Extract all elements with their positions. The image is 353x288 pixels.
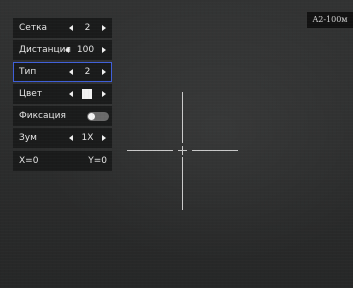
coord-y-value: Y=0	[88, 156, 107, 166]
menu-item-value: 2	[84, 23, 91, 33]
menu-item-label: Фиксация	[19, 111, 66, 121]
chevron-right-icon[interactable]	[102, 47, 106, 53]
settings-menu: Сетка 2 Дистанция 100 Тип 2 Цвет Фиксаци…	[13, 18, 112, 173]
menu-item-type[interactable]: Тип 2	[13, 62, 112, 82]
menu-item-coords[interactable]: X=0 Y=0	[13, 151, 112, 171]
chevron-right-icon[interactable]	[102, 25, 106, 31]
menu-item-distance[interactable]: Дистанция 100	[13, 40, 112, 60]
menu-item-grid[interactable]: Сетка 2	[13, 18, 112, 38]
chevron-right-icon[interactable]	[102, 91, 106, 97]
menu-item-label: Дистанция	[19, 45, 71, 55]
chevron-right-icon[interactable]	[102, 135, 106, 141]
menu-item-label: Цвет	[19, 89, 43, 99]
toggle-knob	[88, 113, 95, 120]
menu-item-color[interactable]: Цвет	[13, 84, 112, 104]
lock-toggle[interactable]	[87, 112, 109, 121]
menu-item-lock[interactable]: Фиксация	[13, 106, 112, 126]
range-indicator: A2-100м	[307, 12, 353, 28]
chevron-left-icon[interactable]	[69, 91, 73, 97]
menu-item-value: 100	[76, 45, 95, 55]
menu-item-label: Тип	[19, 67, 37, 77]
menu-item-value: 2	[84, 67, 91, 77]
coord-x-value: X=0	[19, 156, 39, 166]
menu-item-label: Зум	[19, 133, 37, 143]
color-swatch	[82, 89, 92, 99]
menu-item-zoom[interactable]: Зум 1X	[13, 128, 112, 148]
menu-item-value: 1X	[81, 133, 94, 143]
menu-item-label: Сетка	[19, 23, 48, 33]
chevron-right-icon[interactable]	[102, 69, 106, 75]
thermal-viewport: A2-100м Сетка 2 Дистанция 100 Тип 2 Цвет	[0, 0, 353, 288]
